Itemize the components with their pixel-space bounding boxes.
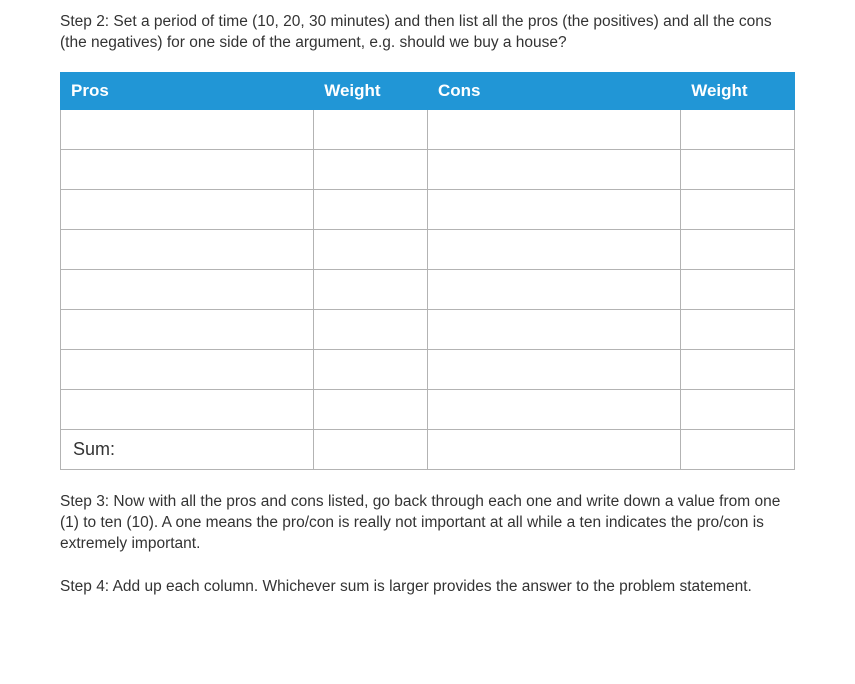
cell-pros[interactable]	[61, 109, 314, 149]
cell-cons[interactable]	[427, 109, 680, 149]
header-weight-cons: Weight	[681, 72, 795, 109]
cell-cons[interactable]	[427, 349, 680, 389]
cell-weight-pros[interactable]	[314, 109, 428, 149]
cell-weight-cons[interactable]	[681, 109, 795, 149]
header-pros: Pros	[61, 72, 314, 109]
table-row	[61, 269, 795, 309]
table-row	[61, 109, 795, 149]
sum-label-cell: Sum:	[61, 429, 314, 469]
cell-cons[interactable]	[427, 189, 680, 229]
cell-pros[interactable]	[61, 389, 314, 429]
table-row	[61, 309, 795, 349]
cell-weight-cons[interactable]	[681, 229, 795, 269]
header-weight-pros: Weight	[314, 72, 428, 109]
cell-weight-cons[interactable]	[681, 149, 795, 189]
table-row	[61, 189, 795, 229]
cell-weight-pros[interactable]	[314, 229, 428, 269]
pros-cons-table: Pros Weight Cons Weight	[60, 72, 795, 470]
step4-paragraph: Step 4: Add up each column. Whichever su…	[60, 577, 795, 598]
table-row	[61, 229, 795, 269]
cell-pros[interactable]	[61, 229, 314, 269]
cell-weight-pros[interactable]	[314, 149, 428, 189]
cell-weight-cons[interactable]	[681, 189, 795, 229]
cell-weight-cons[interactable]	[681, 269, 795, 309]
cell-weight-pros[interactable]	[314, 389, 428, 429]
sum-weight-cons[interactable]	[681, 429, 795, 469]
table-row	[61, 349, 795, 389]
sum-cons-cell[interactable]	[427, 429, 680, 469]
cell-pros[interactable]	[61, 189, 314, 229]
table-row	[61, 149, 795, 189]
cell-pros[interactable]	[61, 269, 314, 309]
cell-pros[interactable]	[61, 309, 314, 349]
cell-weight-pros[interactable]	[314, 189, 428, 229]
cell-weight-cons[interactable]	[681, 309, 795, 349]
cell-weight-pros[interactable]	[314, 309, 428, 349]
step2-paragraph: Step 2: Set a period of time (10, 20, 30…	[60, 12, 795, 54]
table-header-row: Pros Weight Cons Weight	[61, 72, 795, 109]
cell-cons[interactable]	[427, 389, 680, 429]
cell-pros[interactable]	[61, 149, 314, 189]
cell-pros[interactable]	[61, 349, 314, 389]
table-row	[61, 389, 795, 429]
cell-cons[interactable]	[427, 309, 680, 349]
step3-paragraph: Step 3: Now with all the pros and cons l…	[60, 492, 795, 555]
cell-weight-cons[interactable]	[681, 349, 795, 389]
sum-weight-pros[interactable]	[314, 429, 428, 469]
sum-row: Sum:	[61, 429, 795, 469]
cell-weight-pros[interactable]	[314, 269, 428, 309]
cell-cons[interactable]	[427, 269, 680, 309]
cell-cons[interactable]	[427, 229, 680, 269]
header-cons: Cons	[427, 72, 680, 109]
cell-weight-cons[interactable]	[681, 389, 795, 429]
cell-weight-pros[interactable]	[314, 349, 428, 389]
cell-cons[interactable]	[427, 149, 680, 189]
